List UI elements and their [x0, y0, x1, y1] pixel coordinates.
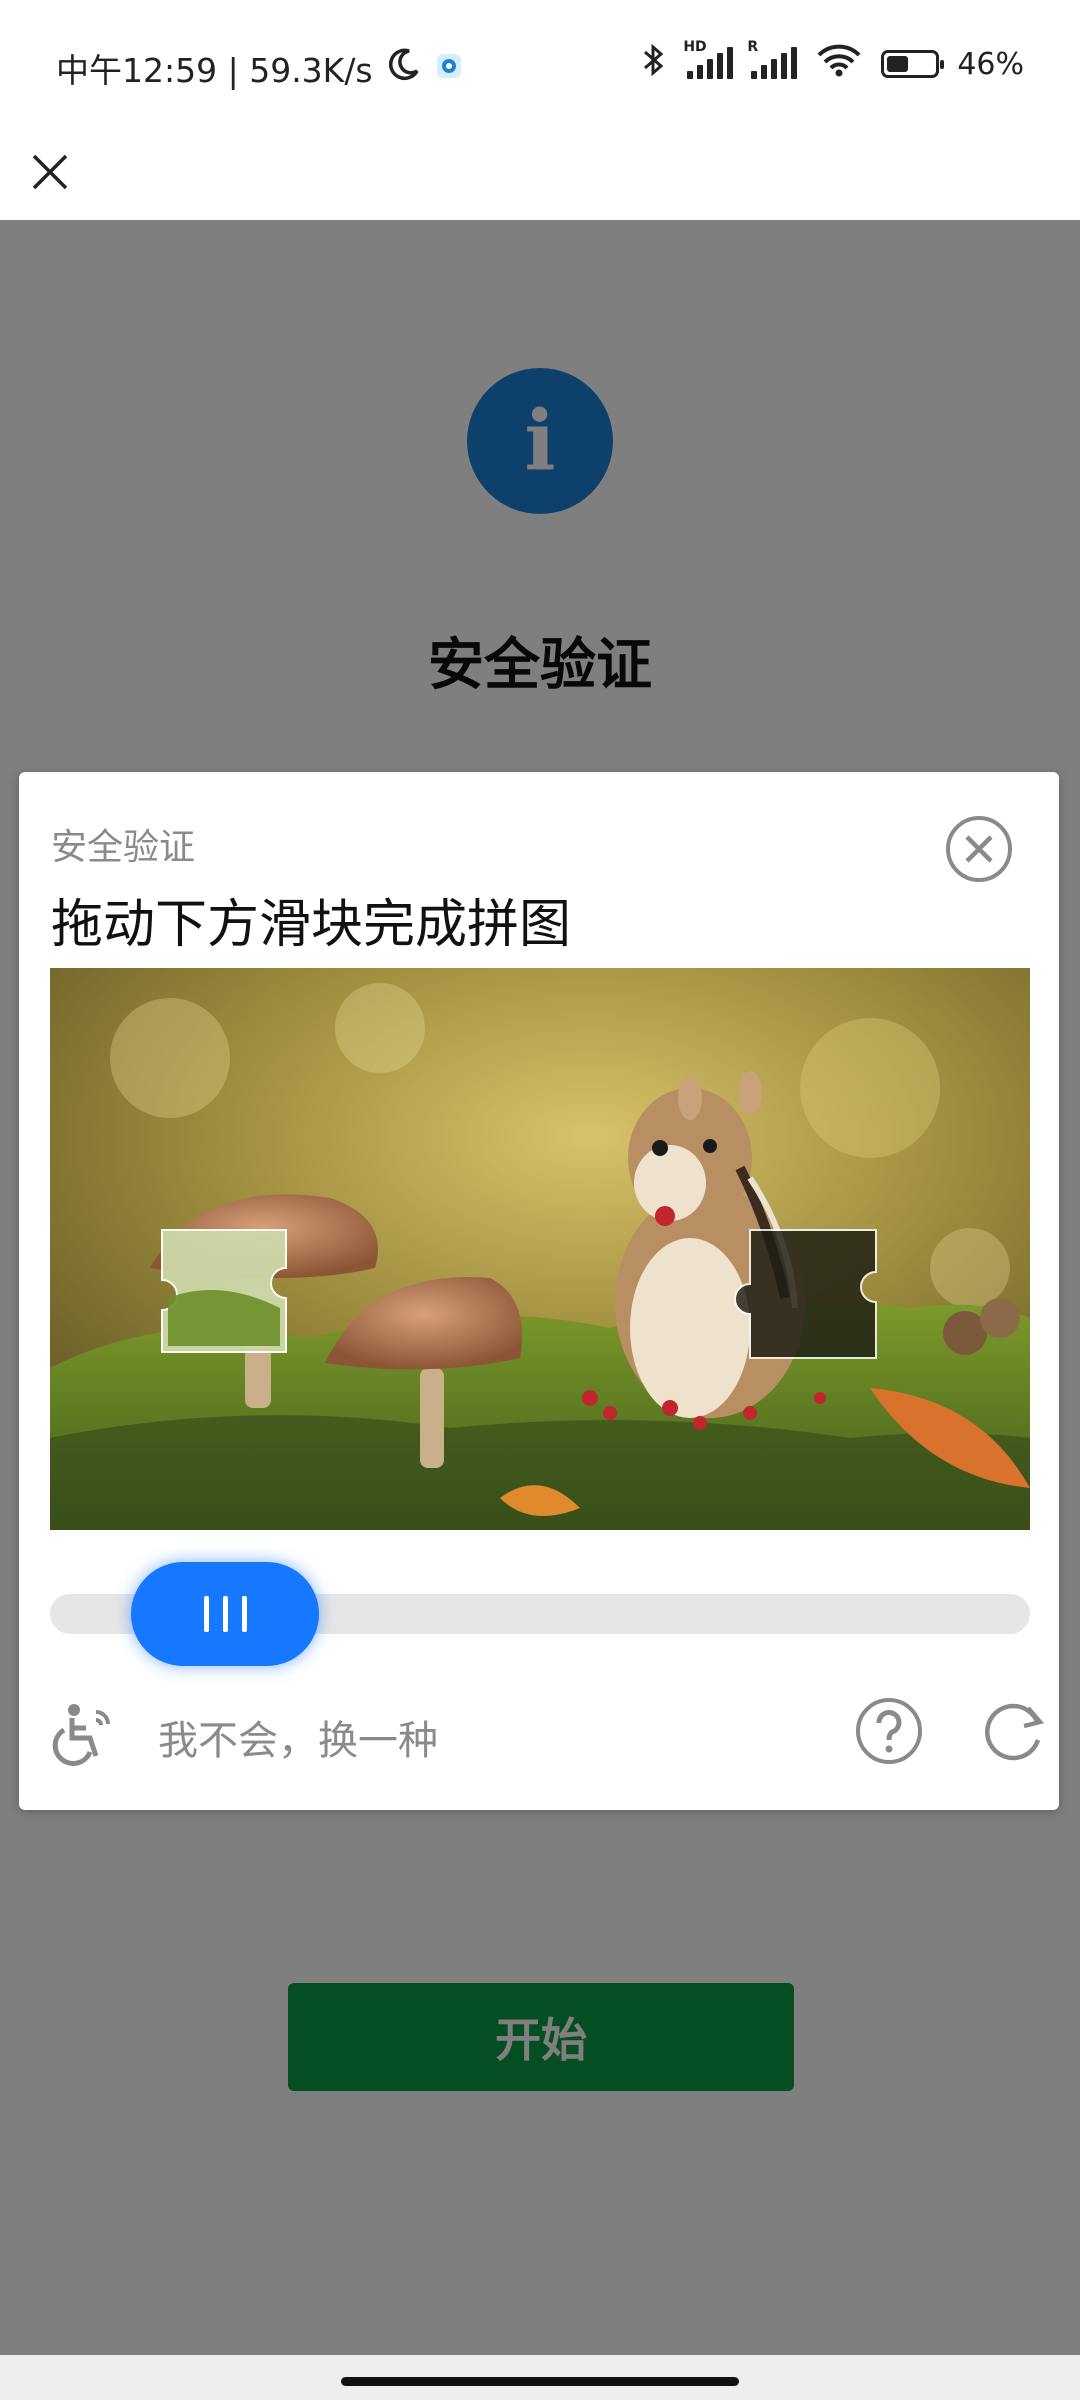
- captcha-label: 安全验证: [51, 827, 196, 868]
- slider-grip-line: [203, 1596, 209, 1632]
- status-bar: 中午12:59 | 59.3K/s HD R 46%: [0, 0, 1080, 130]
- refresh-icon[interactable]: [980, 1696, 1050, 1766]
- captcha-instruction: 拖动下方滑块完成拼图: [51, 895, 572, 955]
- status-right: HD R 46%: [639, 39, 1024, 86]
- slider-handle[interactable]: [131, 1562, 319, 1666]
- status-left: 中午12:59 | 59.3K/s: [56, 44, 463, 92]
- close-icon[interactable]: [30, 142, 70, 198]
- home-indicator[interactable]: [341, 2377, 739, 2386]
- top-nav: [0, 130, 1080, 220]
- signal-r-icon: R: [747, 39, 798, 79]
- bluetooth-icon: [639, 42, 669, 86]
- slider-grip-line: [222, 1596, 228, 1632]
- accessibility-icon[interactable]: [50, 1700, 116, 1766]
- status-time-speed: 中午12:59 | 59.3K/s: [56, 51, 373, 90]
- slider-grip-line: [241, 1596, 247, 1632]
- puzzle-target-slot: [734, 1229, 877, 1359]
- signal-r-tag: R: [747, 39, 759, 55]
- captcha-footer: 我不会，换一种: [50, 1696, 1045, 1776]
- app-notification-icon: [435, 49, 463, 88]
- puzzle-piece: [161, 1229, 287, 1353]
- captcha-close-icon[interactable]: [944, 814, 1014, 884]
- signal-hd-icon: HD: [683, 39, 734, 79]
- signal-hd-tag: HD: [683, 39, 707, 55]
- captcha-dialog: 安全验证 拖动下方滑块完成拼图 我不会，换一种: [19, 772, 1059, 1810]
- battery-level: 46%: [957, 46, 1024, 82]
- battery-fill: [887, 56, 909, 72]
- moon-icon: [387, 47, 421, 89]
- switch-verification-link[interactable]: 我不会，换一种: [158, 1708, 438, 1766]
- help-icon[interactable]: [854, 1696, 924, 1766]
- wifi-icon: [815, 43, 863, 85]
- gesture-bar: [0, 2355, 1080, 2400]
- battery-icon: [881, 50, 945, 78]
- puzzle-image: [50, 968, 1030, 1530]
